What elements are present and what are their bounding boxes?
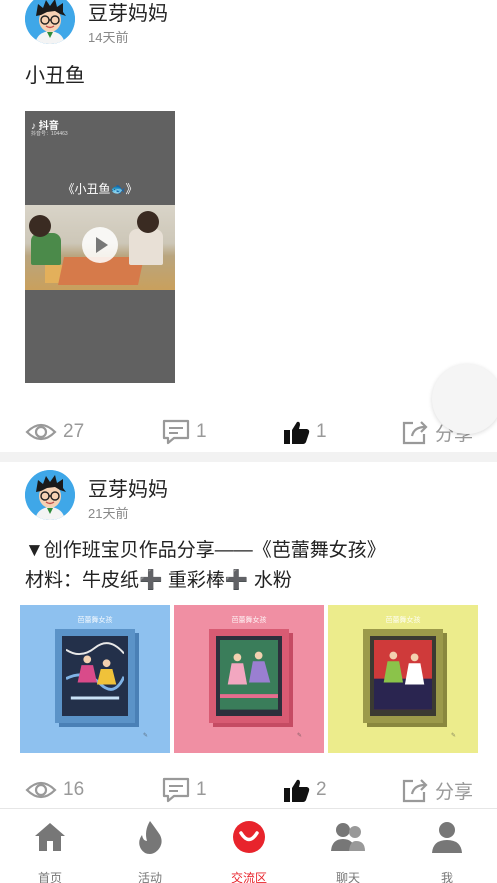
image-caption: 芭蕾舞女孩	[77, 617, 113, 624]
post-image[interactable]: 芭蕾舞女孩 ✎	[20, 605, 170, 753]
post-divider	[0, 452, 497, 462]
artwork-frame	[363, 629, 443, 723]
image-caption: 芭蕾舞女孩	[231, 617, 267, 624]
bottom-tab-bar: 首页 活动 交流区 聊天 我	[0, 808, 497, 883]
avatar[interactable]	[25, 0, 75, 44]
post-time: 21天前	[88, 506, 129, 521]
share-button[interactable]: 分享	[401, 776, 473, 804]
smile-icon	[233, 821, 265, 853]
tab-label: 我	[440, 871, 453, 883]
comment-button[interactable]: 1	[162, 776, 207, 804]
post-content-line: 材料：牛皮纸➕ 重彩棒➕ 水粉	[25, 570, 292, 591]
tab-community[interactable]: 交流区	[209, 815, 289, 883]
image-signature: ✎	[142, 733, 148, 739]
tab-home[interactable]: 首页	[10, 815, 90, 883]
user-icon	[432, 822, 462, 853]
image-signature: ✎	[296, 733, 302, 739]
tab-label: 交流区	[230, 871, 267, 883]
tab-label: 聊天	[335, 871, 360, 883]
post-content-line: ▼创作班宝贝作品分享——《芭蕾舞女孩》	[25, 540, 386, 561]
thumbs-up-icon	[284, 421, 310, 444]
post-image[interactable]: 芭蕾舞女孩 ✎	[174, 605, 324, 753]
tab-label: 首页	[37, 871, 62, 883]
tab-me[interactable]: 我	[407, 815, 487, 883]
post-card: 豆芽妈妈 14天前 小丑鱼 ♪ 抖音 抖音号：104463 《小丑鱼🐟》 27 …	[0, 0, 497, 452]
thumbs-up-icon	[284, 779, 310, 802]
post-content: ▼创作班宝贝作品分享——《芭蕾舞女孩》 材料：牛皮纸➕ 重彩棒➕ 水粉	[25, 536, 386, 596]
people-icon	[331, 823, 365, 851]
like-button[interactable]: 1	[283, 418, 327, 446]
share-icon	[402, 421, 428, 445]
home-icon	[35, 823, 65, 851]
post-image[interactable]: 芭蕾舞女孩 ✎	[328, 605, 478, 753]
video-platform-id: 抖音号：104463	[31, 131, 68, 137]
tab-label: 活动	[137, 871, 162, 883]
image-caption: 芭蕾舞女孩	[385, 617, 421, 624]
post-content: 小丑鱼	[25, 65, 85, 87]
post-stats-bar: 27 1 1 分享	[0, 412, 497, 452]
author-name[interactable]: 豆芽妈妈	[88, 0, 168, 26]
eye-icon	[25, 781, 57, 799]
views-count: 16	[25, 776, 84, 804]
artwork-frame	[55, 629, 135, 723]
post-time: 14天前	[88, 30, 129, 45]
tab-chat[interactable]: 聊天	[308, 815, 388, 883]
views-count: 27	[25, 418, 84, 446]
floating-action-button[interactable]	[432, 364, 497, 434]
video-title: 《小丑鱼🐟》	[62, 182, 138, 196]
post-card: 豆芽妈妈 21天前 ▼创作班宝贝作品分享——《芭蕾舞女孩》 材料：牛皮纸➕ 重彩…	[0, 462, 497, 808]
post-stats-bar: 16 1 2 分享	[0, 770, 497, 810]
video-thumbnail[interactable]: ♪ 抖音 抖音号：104463 《小丑鱼🐟》	[25, 111, 175, 383]
like-button[interactable]: 2	[283, 776, 327, 804]
image-signature: ✎	[450, 733, 456, 739]
avatar[interactable]	[25, 470, 75, 520]
author-name[interactable]: 豆芽妈妈	[88, 473, 168, 502]
comment-icon	[162, 419, 190, 445]
flame-icon	[139, 821, 162, 854]
share-icon	[402, 779, 428, 803]
comment-icon	[162, 777, 190, 803]
tab-activity[interactable]: 活动	[110, 815, 190, 883]
comment-button[interactable]: 1	[162, 418, 207, 446]
artwork-frame	[209, 629, 289, 723]
play-icon[interactable]	[82, 227, 118, 263]
eye-icon	[25, 423, 57, 441]
